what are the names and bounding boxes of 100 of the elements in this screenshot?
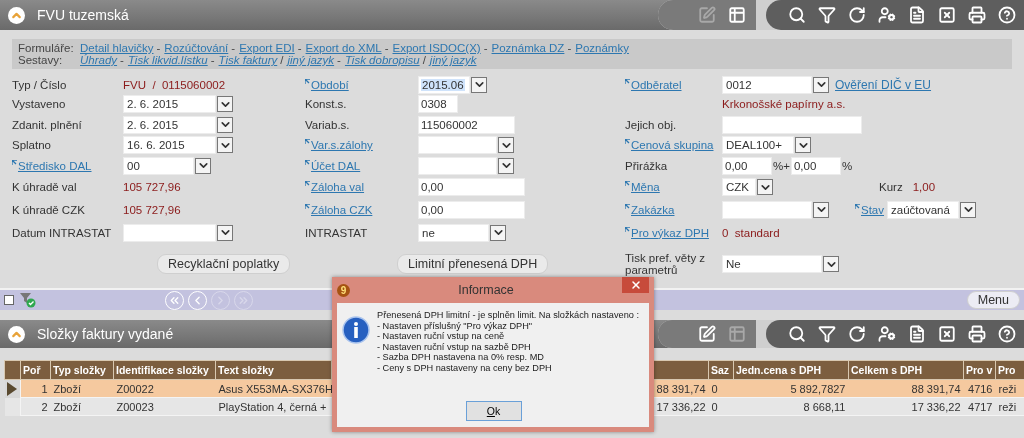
dropdown-button[interactable]: [217, 116, 233, 133]
column-header[interactable]: Celkem s DPH: [848, 360, 964, 380]
report-link[interactable]: Úhrady: [80, 54, 118, 66]
field-label-link[interactable]: Období: [305, 78, 349, 91]
ok-button[interactable]: Ok: [465, 401, 522, 421]
printer-icon[interactable]: [968, 325, 986, 343]
dropdown-button[interactable]: [795, 137, 811, 153]
column-header[interactable]: Identifikace složky: [113, 360, 216, 380]
report-link[interactable]: jiný jazyk: [287, 54, 335, 66]
select-field[interactable]: [123, 223, 216, 242]
field-label-link[interactable]: Měna: [625, 181, 660, 193]
report-link[interactable]: Tisk dobropisu: [344, 54, 420, 66]
input-field[interactable]: [722, 115, 862, 134]
field-label-link[interactable]: Zakázka: [625, 203, 675, 216]
select-field[interactable]: Ne: [722, 255, 822, 273]
action-button[interactable]: Recyklační poplatky: [157, 254, 291, 274]
field-label-link[interactable]: Účet DAL: [305, 159, 361, 172]
field-label-link[interactable]: Stav: [855, 203, 884, 216]
report-link[interactable]: jiný jazyk: [429, 54, 477, 66]
input-field[interactable]: 0,00: [418, 200, 525, 219]
select-field[interactable]: CZK: [722, 178, 756, 196]
search-icon[interactable]: [788, 325, 806, 343]
dropdown-button[interactable]: [217, 96, 233, 112]
close-button[interactable]: [622, 277, 649, 293]
field-label-link[interactable]: Záloha val: [305, 181, 365, 193]
input-field[interactable]: 0,00: [790, 156, 841, 175]
field-label-link[interactable]: Středisko DAL: [12, 159, 92, 172]
action-button[interactable]: Limitní přenesená DPH: [397, 254, 549, 274]
select-field[interactable]: 0012: [722, 75, 812, 94]
help-icon[interactable]: [998, 325, 1016, 343]
dropdown-button[interactable]: [490, 224, 506, 241]
report-link[interactable]: Tisk faktury: [218, 54, 278, 66]
report-link[interactable]: Export EDI: [239, 42, 295, 54]
column-header[interactable]: Typ složky: [50, 360, 114, 380]
dropdown-button[interactable]: [195, 157, 211, 174]
report-link[interactable]: Poznámky: [575, 42, 629, 54]
dropdown-button[interactable]: [471, 76, 487, 93]
column-header[interactable]: Pro: [995, 360, 1024, 380]
field-label-link[interactable]: Záloha CZK: [305, 203, 373, 216]
arrow-mark-icon: [305, 203, 310, 209]
column-header[interactable]: Saz: [708, 360, 734, 380]
select-field[interactable]: 2. 6. 2015: [123, 95, 216, 113]
refresh-icon[interactable]: [848, 6, 866, 24]
select-field[interactable]: [418, 136, 497, 154]
filter-icon[interactable]: [818, 6, 836, 24]
collapse-button[interactable]: [8, 325, 25, 343]
dropdown-button[interactable]: [823, 256, 839, 272]
field-label-link[interactable]: Var.s.zálohy: [305, 139, 373, 151]
message-line: - Ceny s DPH nastaveny na ceny bez DPH: [377, 362, 553, 374]
search-icon[interactable]: [788, 6, 806, 24]
select-field[interactable]: 16. 6. 2015: [123, 136, 216, 154]
arrow-mark-icon: [305, 139, 310, 144]
document-icon[interactable]: [908, 325, 926, 343]
column-header[interactable]: Poř: [20, 360, 51, 380]
box-x-icon[interactable]: [938, 6, 956, 24]
dropdown-button[interactable]: [498, 137, 514, 153]
input-field[interactable]: 0,00: [722, 156, 772, 175]
column-header[interactable]: Pro v: [963, 360, 996, 380]
column-header[interactable]: Jedn.cena s DPH: [733, 360, 849, 380]
select-field[interactable]: zaúčtovaná: [887, 200, 959, 219]
select-field[interactable]: 2015.06: [418, 75, 470, 94]
select-field[interactable]: 2. 6. 2015: [123, 115, 216, 134]
refresh-icon[interactable]: [848, 325, 866, 343]
dropdown-button[interactable]: [757, 179, 773, 195]
user-settings-icon[interactable]: [878, 325, 896, 343]
select-field[interactable]: ne: [418, 223, 489, 242]
report-link[interactable]: Export ISDOC(X): [392, 42, 481, 54]
input-field[interactable]: 0,00: [418, 178, 525, 196]
field-label-link[interactable]: Pro výkaz DPH: [625, 226, 709, 239]
dropdown-button[interactable]: [217, 224, 233, 241]
dropdown-button[interactable]: [498, 157, 514, 174]
input-field[interactable]: 0308: [418, 95, 458, 113]
message-line: - Sazba DPH nastavena na 0% resp. MD: [377, 352, 545, 363]
menu-button[interactable]: Menu: [966, 291, 1020, 309]
field-label-link[interactable]: Odběratel: [625, 78, 682, 91]
dropdown-button[interactable]: [813, 201, 829, 218]
box-x-icon[interactable]: [938, 325, 956, 343]
select-field[interactable]: 00: [123, 156, 194, 175]
report-link[interactable]: Poznámka DZ: [491, 42, 565, 54]
dropdown-button[interactable]: [960, 201, 976, 218]
select-field[interactable]: [722, 200, 812, 219]
report-link[interactable]: Tisk likvid.lístku: [127, 54, 208, 66]
verify-link[interactable]: Ověření DIČ v EU: [835, 77, 932, 92]
printer-icon[interactable]: [968, 6, 986, 24]
report-link[interactable]: Export do XML: [305, 42, 382, 54]
column-header[interactable]: Text složky: [215, 360, 332, 380]
document-icon[interactable]: [908, 6, 926, 24]
input-field[interactable]: 115060002: [418, 115, 515, 134]
filter-icon[interactable]: [818, 325, 836, 343]
collapse-button[interactable]: [8, 6, 25, 24]
user-settings-icon[interactable]: [878, 6, 896, 24]
dropdown-button[interactable]: [813, 76, 829, 93]
select-field[interactable]: DEAL100+: [722, 136, 794, 154]
select-field[interactable]: [418, 156, 497, 175]
help-icon[interactable]: [998, 6, 1016, 24]
field-label-link[interactable]: Cenová skupina: [625, 139, 714, 151]
dropdown-button[interactable]: [217, 137, 233, 153]
checkbox[interactable]: [4, 295, 14, 305]
report-link[interactable]: Detail hlavičky: [80, 42, 154, 54]
report-link[interactable]: Rozúčtování: [164, 42, 229, 54]
